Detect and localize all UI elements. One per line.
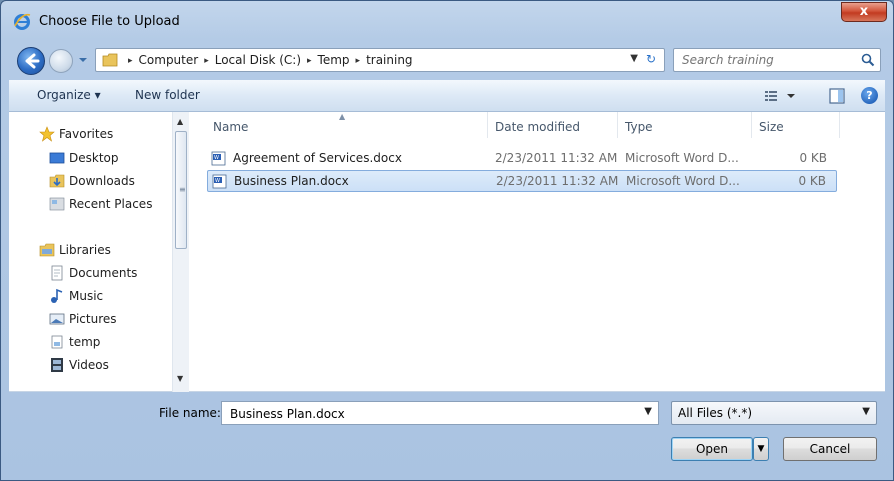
back-arrow-icon	[25, 53, 40, 69]
file-name-label: File name:	[159, 406, 221, 420]
word-document-icon: W	[212, 174, 227, 189]
nav-item-label: Pictures	[69, 312, 117, 326]
search-input[interactable]	[680, 52, 850, 68]
desktop-icon	[49, 152, 65, 164]
nav-scrollbar[interactable]: ▲ ≡ ▼	[172, 112, 189, 392]
nav-item-label: Videos	[69, 358, 109, 372]
forward-button[interactable]	[49, 49, 73, 73]
help-icon[interactable]: ?	[861, 87, 878, 104]
column-header-date[interactable]: Date modified	[495, 120, 580, 134]
file-upload-dialog: Choose File to Upload x ▸ Computer ▸ Local …	[0, 0, 894, 481]
column-header-name[interactable]: Name	[213, 120, 248, 134]
breadcrumb: ▸ Computer ▸ Local Disk (C:) ▸ Temp ▸ training	[122, 53, 413, 67]
documents-icon	[51, 265, 63, 281]
content-area: Favorites Desktop Downloads Recent Place…	[9, 112, 885, 392]
pictures-icon	[49, 313, 65, 325]
internet-explorer-icon	[14, 13, 31, 30]
file-row-agreement[interactable]: W Agreement of Services.docx 2/23/2011 1…	[207, 148, 837, 170]
libraries-icon	[39, 243, 55, 257]
scroll-down-icon[interactable]: ▼	[177, 374, 183, 383]
breadcrumb-temp[interactable]: Temp	[318, 53, 350, 67]
file-type: Microsoft Word D...	[626, 174, 740, 188]
file-name-input[interactable]	[228, 406, 618, 422]
column-header-size[interactable]: Size	[759, 120, 784, 134]
nav-item-label: Documents	[69, 266, 138, 280]
window-title: Choose File to Upload	[39, 14, 180, 29]
file-date: 2/23/2011 11:32 AM	[496, 174, 619, 188]
preview-pane-icon[interactable]	[829, 88, 845, 104]
breadcrumb-separator[interactable]: ▸	[204, 56, 209, 66]
sort-ascending-icon: ▲	[339, 112, 346, 121]
open-button[interactable]: Open	[671, 437, 753, 461]
videos-icon	[51, 358, 63, 372]
nav-favorites-label: Favorites	[59, 127, 114, 141]
svg-text:W: W	[215, 178, 220, 184]
file-size: 0 KB	[798, 174, 826, 188]
file-size: 0 KB	[799, 151, 827, 165]
filter-dropdown-icon[interactable]: ▼	[862, 406, 870, 417]
library-icon	[51, 335, 63, 349]
column-header-type[interactable]: Type	[625, 120, 653, 134]
breadcrumb-separator[interactable]: ▸	[307, 56, 312, 66]
nav-item-label: temp	[69, 335, 101, 349]
file-type: Microsoft Word D...	[625, 151, 739, 165]
new-folder-button[interactable]: New folder	[135, 88, 200, 102]
file-date: 2/23/2011 11:32 AM	[495, 151, 618, 165]
file-name: Agreement of Services.docx	[233, 151, 402, 165]
scroll-up-icon[interactable]: ▲	[177, 117, 183, 126]
cancel-button[interactable]: Cancel	[783, 437, 877, 461]
file-type-filter-value: All Files (*.*)	[678, 406, 753, 420]
search-box[interactable]	[673, 48, 881, 72]
column-divider[interactable]	[751, 112, 752, 138]
file-list: ▲ Name Date modified Type Size W Agreeme…	[199, 112, 885, 392]
search-icon[interactable]	[861, 53, 875, 67]
title-bar: Choose File to Upload x	[1, 1, 893, 43]
file-type-filter[interactable]: All Files (*.*) ▼	[671, 401, 877, 425]
breadcrumb-separator[interactable]: ▸	[356, 56, 361, 66]
scroll-thumb[interactable]: ≡	[175, 131, 187, 249]
breadcrumb-local-disk[interactable]: Local Disk (C:)	[215, 53, 301, 67]
favorites-star-icon	[39, 126, 55, 142]
breadcrumb-separator: ▸	[128, 56, 133, 66]
column-divider[interactable]	[487, 112, 488, 138]
column-divider[interactable]	[839, 112, 840, 138]
recent-pages-dropdown-icon[interactable]	[77, 54, 89, 66]
refresh-icon[interactable]: ↻	[642, 52, 660, 68]
change-view-icon[interactable]	[763, 88, 799, 104]
nav-item-label: Downloads	[69, 174, 135, 188]
downloads-folder-icon	[49, 174, 65, 188]
address-dropdown-icon[interactable]: ▼	[630, 53, 638, 64]
recent-places-icon	[49, 197, 65, 211]
svg-text:W: W	[214, 155, 219, 161]
folder-icon	[102, 53, 118, 67]
open-options-dropdown-icon[interactable]: ▼	[753, 437, 769, 461]
nav-item-label: Recent Places	[69, 197, 153, 211]
music-icon	[51, 288, 63, 303]
nav-libraries-label: Libraries	[59, 243, 111, 257]
word-document-icon: W	[211, 151, 226, 166]
navigation-pane: Favorites Desktop Downloads Recent Place…	[9, 112, 189, 392]
command-bar: Organize ▾ New folder ?	[9, 80, 885, 112]
file-name-dropdown-icon[interactable]: ▼	[644, 406, 652, 417]
organize-button[interactable]: Organize ▾	[37, 88, 101, 102]
nav-item-label: Music	[69, 289, 104, 303]
file-row-business-plan[interactable]: W Business Plan.docx 2/23/2011 11:32 AM …	[207, 170, 837, 192]
file-name: Business Plan.docx	[234, 174, 349, 188]
column-divider[interactable]	[617, 112, 618, 138]
nav-item-label: Desktop	[69, 151, 119, 165]
address-bar[interactable]: ▸ Computer ▸ Local Disk (C:) ▸ Temp ▸ training …	[95, 48, 665, 72]
scroll-grip-icon: ≡	[179, 185, 186, 194]
file-name-combobox[interactable]: ▼	[221, 401, 659, 425]
back-button[interactable]	[17, 47, 45, 75]
close-button[interactable]: x	[841, 2, 887, 22]
breadcrumb-training[interactable]: training	[366, 53, 413, 67]
breadcrumb-computer[interactable]: Computer	[139, 53, 199, 67]
